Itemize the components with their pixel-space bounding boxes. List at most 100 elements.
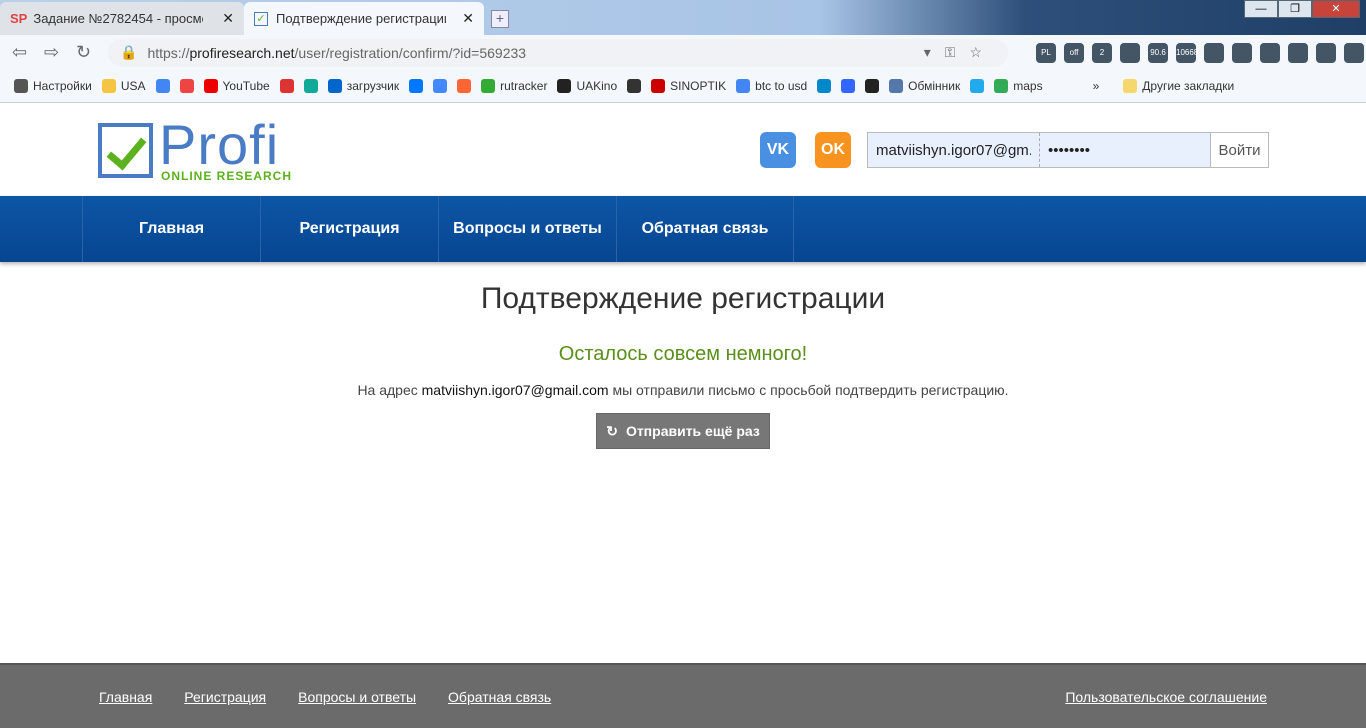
nav-home[interactable]: Главная [82, 196, 260, 262]
bookmark-icon [627, 79, 642, 93]
nav-registration[interactable]: Регистрация [260, 196, 438, 262]
resend-label: Отправить ещё раз [625, 423, 760, 439]
bookmark-label: SINOPTIK [670, 79, 727, 93]
logo[interactable]: Profi ONLINE RESEARCH [98, 117, 293, 183]
bookmark-label: Другие закладки [1142, 79, 1235, 93]
bookmark-icon [433, 79, 448, 93]
extension-icon[interactable] [1260, 42, 1280, 63]
bookmark-item[interactable]: SINOPTIK [651, 79, 726, 93]
bookmark-item[interactable]: загрузчик [327, 79, 399, 93]
bookmark-item[interactable] [457, 79, 472, 93]
email-field[interactable] [868, 133, 1040, 167]
folder-icon [1123, 79, 1138, 93]
reload-icon[interactable]: ↻ [76, 42, 98, 63]
extension-icon[interactable] [1232, 42, 1252, 63]
footer-agreement[interactable]: Пользовательское соглашение [1065, 689, 1267, 705]
bookmark-item[interactable]: btc to usd [736, 79, 807, 93]
tab-zadanie[interactable]: SP Задание №2782454 - просмотр з ✕ [0, 2, 244, 35]
refresh-icon: ↻ [606, 422, 618, 439]
confirmation-message: На адрес matviishyn.igor07@gmail.com мы … [0, 382, 1366, 398]
bookmark-item[interactable]: Обмінник [889, 79, 960, 93]
extension-icon[interactable]: 90.6 [1148, 42, 1168, 63]
bookmark-item[interactable]: UAKino [557, 79, 617, 93]
email-address: matviishyn.igor07@gmail.com [421, 382, 609, 398]
footer-registration[interactable]: Регистрация [184, 689, 266, 705]
bookmark-item[interactable] [841, 79, 856, 93]
url-prefix: https:// [147, 44, 190, 61]
other-bookmarks-folder[interactable]: Другие закладки [1123, 79, 1234, 93]
footer-home[interactable]: Главная [99, 689, 152, 705]
bookmark-item[interactable]: rutracker [481, 79, 547, 93]
back-icon[interactable]: ⇦ [12, 42, 34, 63]
bookmark-label: maps [1013, 79, 1043, 93]
bookmark-icon [557, 79, 572, 93]
bookmark-icon [327, 79, 342, 93]
extension-icon[interactable]: off [1064, 42, 1084, 63]
bookmark-icon [994, 79, 1009, 93]
login-button[interactable]: Войти [1210, 133, 1268, 167]
extension-icon[interactable]: 10668 [1176, 42, 1198, 63]
extension-icon[interactable] [1316, 42, 1336, 63]
bookmark-item[interactable] [433, 79, 448, 93]
extension-icon[interactable] [1120, 42, 1140, 63]
bookmark-icon [736, 79, 751, 93]
bookmark-item[interactable] [155, 79, 170, 93]
close-window-button[interactable]: ✕ [1312, 0, 1360, 18]
bookmark-label: Обмінник [908, 79, 961, 93]
bookmark-icon [865, 79, 880, 93]
bookmark-label: btc to usd [755, 79, 808, 93]
tab-title: Подтверждение регистрации | Profi [276, 11, 446, 26]
bookmark-icon [409, 79, 424, 93]
key-share-star-icons[interactable]: ▾⚿☆ [924, 44, 996, 61]
extension-icon[interactable]: PL [1036, 42, 1056, 63]
bookmark-item[interactable]: Настройки [14, 79, 92, 93]
bookmark-icon [970, 79, 985, 93]
footer-feedback[interactable]: Обратная связь [448, 689, 551, 705]
tab-confirm[interactable]: ✓ Подтверждение регистрации | Profi ✕ [244, 2, 484, 35]
logo-sub: ONLINE RESEARCH [161, 169, 293, 183]
bookmarks-more-button[interactable]: » [1093, 79, 1100, 93]
vk-login-icon[interactable]: VK [760, 132, 796, 168]
bookmark-item[interactable] [409, 79, 424, 93]
sp-icon: SP [10, 11, 28, 26]
extension-icon[interactable] [1204, 42, 1224, 63]
msg-pre: На адрес [357, 382, 422, 398]
nav-faq[interactable]: Вопросы и ответы [438, 196, 616, 262]
bookmark-item[interactable] [303, 79, 318, 93]
bookmark-item[interactable]: maps [994, 79, 1043, 93]
address-bar[interactable]: 🔒 https://profiresearch.net/user/registra… [108, 38, 1008, 67]
close-icon[interactable]: ✕ [462, 10, 474, 27]
bookmark-item[interactable] [279, 79, 294, 93]
bookmarks-bar: Настройки USA YouTube загрузчик rutracker UAK… [0, 70, 1366, 103]
minimize-button[interactable]: — [1244, 0, 1278, 18]
login-form: Войти [867, 132, 1269, 168]
extension-icon[interactable] [1288, 42, 1308, 63]
bookmark-label: UAKino [576, 79, 618, 93]
extension-icon[interactable]: 2 [1092, 42, 1112, 63]
bookmark-icon [841, 79, 856, 93]
password-field[interactable] [1040, 133, 1210, 167]
extension-icon[interactable] [1344, 42, 1364, 63]
bookmark-item[interactable] [970, 79, 985, 93]
ok-login-icon[interactable]: OK [815, 132, 851, 168]
close-icon[interactable]: ✕ [222, 10, 234, 27]
bookmark-item[interactable] [627, 79, 642, 93]
new-tab-button[interactable]: + [491, 10, 509, 28]
bookmark-icon [651, 79, 666, 93]
bookmark-item[interactable]: USA [101, 79, 146, 93]
forward-icon[interactable]: ⇨ [44, 42, 66, 63]
main-content: Подтверждение регистрации Осталось совсе… [0, 282, 1366, 449]
bookmark-label: USA [120, 79, 146, 93]
bookmark-item[interactable] [817, 79, 832, 93]
maximize-button[interactable]: ❐ [1278, 0, 1312, 18]
bookmark-icon [279, 79, 294, 93]
url-path: /user/registration/confirm/?id=569233 [294, 44, 527, 61]
bookmark-label: YouTube [222, 79, 270, 93]
bookmark-item[interactable] [179, 79, 194, 93]
nav-feedback[interactable]: Обратная связь [616, 196, 794, 262]
resend-button[interactable]: ↻ Отправить ещё раз [596, 413, 770, 449]
bookmark-item[interactable]: YouTube [203, 79, 270, 93]
footer-faq[interactable]: Вопросы и ответы [298, 689, 416, 705]
bookmark-item[interactable] [865, 79, 880, 93]
bookmark-icon [303, 79, 318, 93]
